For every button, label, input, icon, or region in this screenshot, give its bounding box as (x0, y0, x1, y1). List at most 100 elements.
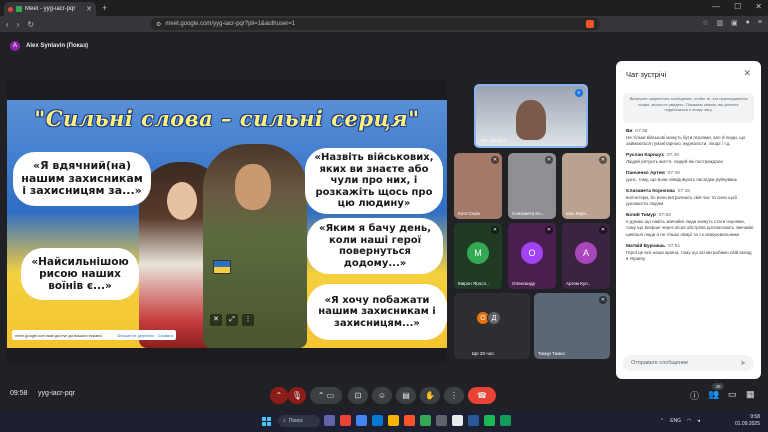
mic-off-icon: ✕ (545, 226, 553, 234)
app-icon[interactable] (372, 415, 383, 426)
mic-off-icon: ✕ (599, 156, 607, 164)
participant-tile[interactable]: ✕ Єлизавета Ко... (508, 153, 556, 219)
brave-shield-icon[interactable] (586, 20, 594, 28)
tab-title: Meet - yyg-iacr-pqr (25, 6, 76, 12)
screen-share-toast: meet.google.com має доступ до вашого екр… (12, 330, 176, 340)
os-taskbar: ⌕ Поиск ⌃ ENG ◠ ◂ 9:58 01.09.2025 (0, 410, 768, 432)
pin-icon[interactable]: ✕ (210, 314, 222, 326)
app-icon[interactable] (324, 415, 335, 426)
more-icon[interactable]: ⋮ (242, 314, 254, 326)
clock-date: 01.09.2025 (734, 420, 760, 427)
mic-off-icon: ✕ (491, 226, 499, 234)
message-time: 07:49 (666, 153, 679, 159)
chevron-up-icon[interactable]: ⌃ (660, 418, 664, 424)
participant-name: Артем Кул.. (566, 281, 591, 286)
stop-sharing-button[interactable]: Більше не ділитися (118, 333, 154, 338)
app-icon[interactable] (340, 415, 351, 426)
mic-off-icon: ✕ (491, 156, 499, 164)
flag-patch (213, 260, 231, 274)
taskbar-clock[interactable]: 9:58 01.09.2025 (735, 414, 760, 427)
camera-button[interactable]: ⌃ ▭ (310, 387, 342, 404)
chat-input-placeholder: Отправьте сообщение (631, 360, 689, 366)
chat-messages: Ви 07:48 Не тільки військові можуть бути … (626, 129, 754, 268)
raise-hand-button[interactable]: ✋ (420, 387, 440, 404)
menu-icon[interactable]: ≡ (758, 19, 762, 27)
recording-icon (8, 6, 13, 12)
minimize-icon[interactable]: — (712, 2, 720, 11)
pinned-apps (324, 415, 511, 426)
people-icon[interactable]: 👥 (708, 389, 719, 400)
chat-icon[interactable]: ▭ (728, 389, 737, 400)
send-icon[interactable]: ➤ (740, 359, 746, 367)
speech-bubble-2: «Назвіть військових, яких ви знаєте або … (305, 148, 443, 214)
fullscreen-icon[interactable]: ⤢ (226, 314, 238, 326)
app-icon[interactable] (356, 415, 367, 426)
app-icon[interactable] (468, 415, 479, 426)
app-icon[interactable] (404, 415, 415, 426)
message-text: Герої це вся наша країна, тому що всі ми… (626, 249, 752, 261)
maximize-icon[interactable]: ☐ (734, 2, 741, 11)
site-info-icon[interactable]: ⚙ (156, 21, 161, 28)
participant-tile-presenter[interactable]: ≡ Alex Synlavin (474, 84, 588, 148)
new-tab-button[interactable]: + (102, 3, 107, 13)
participant-tile[interactable]: О ✕ Олександр (508, 223, 556, 289)
address-bar: ‹ › ↻ ⚙ meet.google.com/yyg-iacr-pqr?pli… (0, 16, 768, 32)
shared-slide: "Сильні слова – сильні серця" «Я вдячний… (7, 100, 447, 348)
toast-text: meet.google.com має доступ до вашого екр… (15, 332, 103, 338)
message-time: 07:49 (677, 189, 690, 195)
message-author: Білий Тимур (626, 213, 656, 219)
participant-avatar: А (575, 242, 597, 264)
start-icon[interactable] (262, 417, 271, 426)
hide-toast-button[interactable]: Сховати (158, 333, 173, 338)
participant-tile[interactable]: М ✕ Мирон Яросл... (454, 223, 502, 289)
chat-panel: Чат зустрічі ✕ Включите закреплять сообщ… (616, 61, 761, 379)
language-indicator[interactable]: ENG (670, 418, 681, 424)
presenter-name: Alex Synlavin (Показ) (26, 43, 89, 49)
end-call-button[interactable]: ☎ (468, 387, 496, 404)
meet-tab[interactable]: Meet - yyg-iacr-pqr ✕ (4, 2, 96, 16)
captions-button[interactable]: ▤ (396, 387, 416, 404)
reload-icon[interactable]: ↻ (27, 20, 34, 29)
participant-tile[interactable]: ✕ Іван Карн... (562, 153, 610, 219)
app-icon[interactable] (420, 415, 431, 426)
app-icon[interactable] (388, 415, 399, 426)
close-tab-icon[interactable]: ✕ (86, 5, 92, 13)
activities-icon[interactable]: ▦ (746, 389, 755, 400)
wifi-icon[interactable]: ◠ (687, 418, 691, 424)
app-icon[interactable] (500, 415, 511, 426)
volume-icon[interactable]: ◂ (697, 418, 700, 424)
participant-tile[interactable]: А ✕ Артем Кул.. (562, 223, 610, 289)
back-icon[interactable]: ‹ (6, 20, 9, 29)
emoji-button[interactable]: ☺ (372, 387, 392, 404)
taskbar-search[interactable]: ⌕ Поиск (278, 415, 320, 427)
chat-message-input[interactable]: Отправьте сообщение ➤ (623, 355, 754, 371)
mic-options-icon[interactable]: ⌃ (270, 387, 288, 404)
wallet-icon[interactable]: ▣ (731, 19, 738, 27)
sidebar-icon[interactable]: ▥ (716, 19, 723, 27)
message-time: 07:49 (667, 171, 680, 177)
message-text: волонтери, бо вони витрачають свій час т… (626, 195, 737, 207)
presenter-avatar: A (10, 41, 20, 51)
chat-info-note: Включите закреплять сообщение, чтобы те,… (623, 93, 754, 123)
message-author: Ви (626, 129, 633, 134)
other-participants-tile[interactable]: О Д Ще 20 чол. (454, 293, 530, 359)
bookmark-icon[interactable]: ☆ (702, 19, 708, 27)
app-icon[interactable] (484, 415, 495, 426)
participant-tile[interactable]: ✕ Катя Серік (454, 153, 502, 219)
info-icon[interactable]: ⓘ (690, 389, 699, 402)
forward-icon[interactable]: › (17, 20, 20, 29)
mic-off-button[interactable]: 🎙 (288, 387, 306, 404)
app-icon[interactable] (452, 415, 463, 426)
chat-title: Чат зустрічі (626, 70, 667, 79)
mic-off-icon: ✕ (599, 226, 607, 234)
speech-bubble-1: «Я вдячний(на) нашим захисникам і захисн… (13, 152, 151, 206)
present-button[interactable]: ⊡ (348, 387, 368, 404)
url-field[interactable]: ⚙ meet.google.com/yyg-iacr-pqr?pli=1&aut… (150, 18, 600, 30)
close-icon[interactable]: ✕ (743, 68, 751, 79)
participant-name: Тимур Тимко (538, 351, 565, 356)
app-icon[interactable] (436, 415, 447, 426)
more-options-button[interactable]: ⋮ (444, 387, 464, 404)
profile-icon[interactable]: ● (746, 19, 750, 27)
participant-tile[interactable]: ✕ Тимур Тимко (534, 293, 610, 359)
close-window-icon[interactable]: ✕ (755, 2, 762, 11)
